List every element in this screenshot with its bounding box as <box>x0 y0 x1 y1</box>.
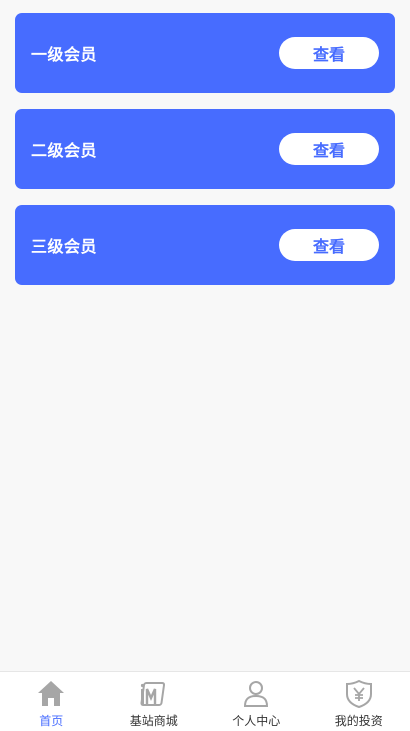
bottom-tab-bar: 首页 基站商城 个人中心 我的投资 <box>0 671 410 731</box>
member-card-level-2: 二级会员 查看 <box>15 109 395 189</box>
page: 一级会员 查看 二级会员 查看 三级会员 查看 首页 基站商城 个人中心 我的投… <box>0 0 410 731</box>
tab-home[interactable]: 首页 <box>0 672 103 731</box>
user-icon <box>244 681 269 707</box>
tab-label: 我的投资 <box>334 714 383 728</box>
view-button[interactable]: 查看 <box>279 37 379 69</box>
tab-profile[interactable]: 个人中心 <box>205 672 308 731</box>
member-list: 一级会员 查看 二级会员 查看 三级会员 查看 <box>0 0 410 285</box>
member-card-level-3: 三级会员 查看 <box>15 205 395 285</box>
member-card-level-1: 一级会员 查看 <box>15 13 395 93</box>
member-card-title: 三级会员 <box>31 237 98 256</box>
tab-shop[interactable]: 基站商城 <box>103 672 206 731</box>
tab-label: 基站商城 <box>129 714 178 728</box>
tab-label: 首页 <box>39 714 64 728</box>
tab-label: 个人中心 <box>232 714 281 728</box>
home-icon <box>38 681 65 706</box>
view-button[interactable]: 查看 <box>279 229 379 261</box>
investment-shield-icon <box>345 679 372 709</box>
view-button[interactable]: 查看 <box>279 133 379 165</box>
tab-investment[interactable]: 我的投资 <box>308 672 410 731</box>
shop-icon <box>140 682 165 706</box>
member-card-title: 一级会员 <box>31 45 98 64</box>
member-card-title: 二级会员 <box>31 141 98 160</box>
